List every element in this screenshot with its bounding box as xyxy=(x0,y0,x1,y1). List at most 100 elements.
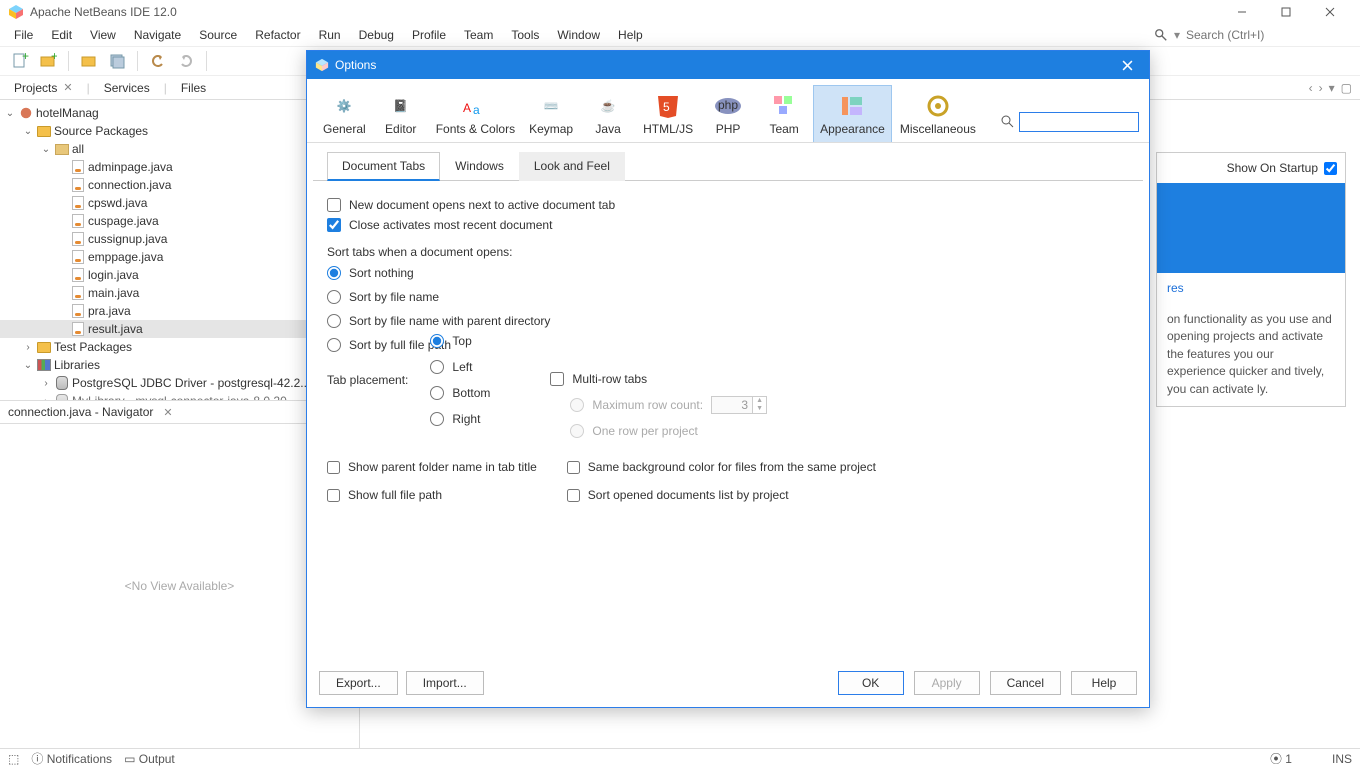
chk-new-next[interactable] xyxy=(327,198,341,212)
tree-src-packages[interactable]: Source Packages xyxy=(54,124,148,138)
menu-view[interactable]: View xyxy=(82,26,124,44)
menu-window[interactable]: Window xyxy=(549,26,608,44)
ok-button[interactable]: OK xyxy=(838,671,904,695)
category-general[interactable]: ⚙️General xyxy=(317,86,372,142)
menu-file[interactable]: File xyxy=(6,26,41,44)
output-button[interactable]: ▭ Output xyxy=(124,752,175,766)
start-text: on functionality as you use and opening … xyxy=(1157,303,1345,406)
new-project-button[interactable]: + xyxy=(36,49,60,73)
radio-sort-filename-parent[interactable] xyxy=(327,314,341,328)
tree-file[interactable]: pra.java xyxy=(88,304,131,318)
menu-navigate[interactable]: Navigate xyxy=(126,26,189,44)
maximize-button[interactable] xyxy=(1264,0,1308,24)
chk-show-full-path[interactable] xyxy=(327,489,340,502)
next-icon[interactable]: › xyxy=(1319,81,1323,95)
tab-services[interactable]: Services xyxy=(98,79,156,97)
tree-test-packages[interactable]: Test Packages xyxy=(54,340,132,354)
redo-button[interactable] xyxy=(174,49,198,73)
tree-file[interactable]: cpswd.java xyxy=(88,196,147,210)
category-fonts-colors[interactable]: AaFonts & Colors xyxy=(430,86,521,142)
minimize-button[interactable] xyxy=(1220,0,1264,24)
navigator-title: connection.java - Navigator xyxy=(8,405,153,419)
menu-edit[interactable]: Edit xyxy=(43,26,80,44)
tree-lib-item[interactable]: PostgreSQL JDBC Driver - postgresql-42.2… xyxy=(72,376,310,390)
global-search-input[interactable] xyxy=(1186,28,1336,42)
show-on-startup-checkbox[interactable] xyxy=(1324,162,1337,175)
help-button[interactable]: Help xyxy=(1071,671,1137,695)
prev-icon[interactable]: ‹ xyxy=(1309,81,1313,95)
cancel-button[interactable]: Cancel xyxy=(990,671,1061,695)
tree-file[interactable]: adminpage.java xyxy=(88,160,173,174)
open-project-button[interactable] xyxy=(77,49,101,73)
tree-file[interactable]: emppage.java xyxy=(88,250,163,264)
category-appearance[interactable]: Appearance xyxy=(813,85,892,142)
close-button[interactable] xyxy=(1308,0,1352,24)
options-search-input[interactable] xyxy=(1019,112,1139,132)
import-button[interactable]: Import... xyxy=(406,671,484,695)
chk-sort-opened[interactable] xyxy=(567,489,580,502)
radio-place-top[interactable] xyxy=(430,334,444,348)
undo-button[interactable] xyxy=(146,49,170,73)
notifications-button[interactable]: ⓘ Notifications xyxy=(31,750,112,767)
menu-help[interactable]: Help xyxy=(610,26,651,44)
menu-team[interactable]: Team xyxy=(456,26,501,44)
tree-file[interactable]: connection.java xyxy=(88,178,171,192)
dropdown-icon[interactable]: ▾ xyxy=(1329,81,1335,95)
app-icon xyxy=(8,4,24,20)
status-icon[interactable]: ⬚ xyxy=(8,752,19,766)
new-file-button[interactable]: + xyxy=(8,49,32,73)
menu-tools[interactable]: Tools xyxy=(503,26,547,44)
category-php[interactable]: phpPHP xyxy=(701,86,755,142)
category-miscellaneous[interactable]: Miscellaneous xyxy=(894,86,982,142)
menu-source[interactable]: Source xyxy=(191,26,245,44)
category-keymap[interactable]: ⌨️Keymap xyxy=(523,86,579,142)
radio-sort-nothing[interactable] xyxy=(327,266,341,280)
subtab-look-and-feel[interactable]: Look and Feel xyxy=(519,152,625,181)
menu-debug[interactable]: Debug xyxy=(351,26,402,44)
subtab-windows[interactable]: Windows xyxy=(440,152,519,181)
tab-files[interactable]: Files xyxy=(175,79,212,97)
tree-file[interactable]: main.java xyxy=(88,286,139,300)
export-button[interactable]: Export... xyxy=(319,671,398,695)
dialog-close-button[interactable] xyxy=(1113,51,1141,79)
dialog-titlebar[interactable]: Options xyxy=(307,51,1149,79)
tree-file-selected[interactable]: result.java xyxy=(88,322,143,336)
search-icon xyxy=(1001,115,1015,129)
menu-refactor[interactable]: Refactor xyxy=(247,26,308,44)
save-all-button[interactable] xyxy=(105,49,129,73)
radio-sort-full-path[interactable] xyxy=(327,338,341,352)
options-subtabs: Document Tabs Windows Look and Feel xyxy=(313,143,1143,181)
close-icon[interactable]: ✕ xyxy=(63,81,72,94)
chk-same-bg[interactable] xyxy=(567,461,580,474)
chk-close-activates[interactable] xyxy=(327,218,341,232)
category-java[interactable]: ☕Java xyxy=(581,86,635,142)
tree-file[interactable]: login.java xyxy=(88,268,139,282)
tree-lib-item[interactable]: MyLibrary - mysql-connector-java-8.0.20.… xyxy=(72,394,297,400)
start-link[interactable]: res xyxy=(1157,273,1345,303)
menu-profile[interactable]: Profile xyxy=(404,26,454,44)
menu-run[interactable]: Run xyxy=(311,26,349,44)
subtab-document-tabs[interactable]: Document Tabs xyxy=(327,152,440,181)
category-html-js[interactable]: 5HTML/JS xyxy=(637,86,699,142)
dialog-title: Options xyxy=(335,58,376,72)
chk-multi-row[interactable] xyxy=(550,372,564,386)
tree-file[interactable]: cussignup.java xyxy=(88,232,167,246)
close-icon[interactable]: ✕ xyxy=(163,406,172,419)
svg-text:+: + xyxy=(51,52,57,63)
tree-libraries[interactable]: Libraries xyxy=(54,358,100,372)
show-on-startup-label: Show On Startup xyxy=(1227,161,1318,175)
chk-show-parent[interactable] xyxy=(327,461,340,474)
maximize-panel-icon[interactable]: ▢ xyxy=(1341,81,1352,95)
tree-file[interactable]: cuspage.java xyxy=(88,214,159,228)
category-team[interactable]: Team xyxy=(757,86,811,142)
category-editor[interactable]: 📓Editor xyxy=(374,86,428,142)
sort-tabs-label: Sort tabs when a document opens: xyxy=(327,245,1129,259)
radio-place-bottom[interactable] xyxy=(430,386,444,400)
radio-sort-filename[interactable] xyxy=(327,290,341,304)
tree-package[interactable]: all xyxy=(72,142,84,156)
tab-projects[interactable]: Projects ✕ xyxy=(8,79,79,97)
radio-place-right[interactable] xyxy=(430,412,444,426)
radio-place-left[interactable] xyxy=(430,360,444,374)
tree-project[interactable]: hotelManag xyxy=(36,106,99,120)
search-icon xyxy=(1154,28,1168,42)
